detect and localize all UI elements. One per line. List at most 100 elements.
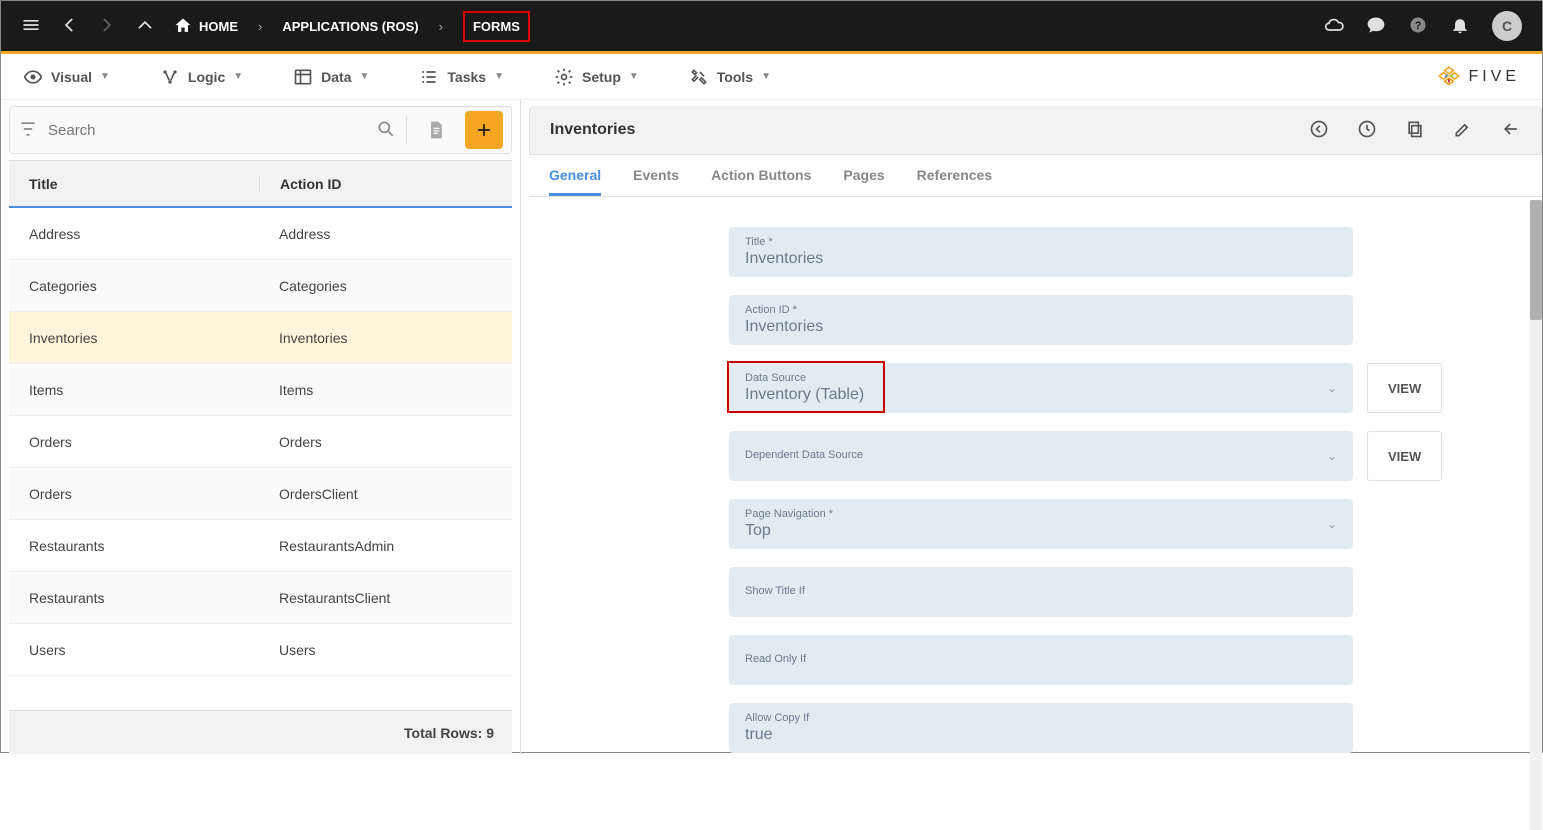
- chevron-down-icon: ⌄: [1327, 449, 1337, 463]
- table-row[interactable]: RestaurantsRestaurantsAdmin: [9, 520, 512, 572]
- cell-title: Users: [9, 642, 259, 658]
- cell-title: Orders: [9, 434, 259, 450]
- hamburger-icon[interactable]: [21, 15, 41, 38]
- tab-pages[interactable]: Pages: [843, 167, 884, 196]
- tab-general[interactable]: General: [549, 167, 601, 196]
- chevron-down-icon: ⌄: [1327, 517, 1337, 531]
- breadcrumb: HOME › APPLICATIONS (ROS) › FORMS: [173, 11, 530, 42]
- cloud-icon[interactable]: [1324, 15, 1344, 38]
- table-row[interactable]: UsersUsers: [9, 624, 512, 676]
- back-icon[interactable]: [59, 15, 79, 38]
- arrow-left-icon[interactable]: [1501, 119, 1521, 142]
- bell-icon[interactable]: [1450, 15, 1470, 38]
- cell-action-id: Address: [259, 226, 512, 242]
- list-panel: Title Action ID AddressAddressCategories…: [1, 100, 521, 754]
- table-row[interactable]: AddressAddress: [9, 208, 512, 260]
- divider: [406, 116, 407, 144]
- total-rows: Total Rows: 9: [404, 725, 494, 741]
- table-row[interactable]: OrdersOrdersClient: [9, 468, 512, 520]
- detail-header: Inventories: [529, 106, 1542, 155]
- form-area: Title * Inventories Action ID * Inventor…: [529, 197, 1542, 754]
- scrollbar[interactable]: [1530, 200, 1542, 830]
- view-button-ds[interactable]: VIEW: [1367, 363, 1442, 413]
- field-dependent-data-source[interactable]: Dependent Data Source ⌄: [729, 431, 1353, 481]
- menu-tasks[interactable]: Tasks▼: [419, 67, 504, 87]
- svg-text:?: ?: [1415, 20, 1422, 32]
- table-row[interactable]: OrdersOrders: [9, 416, 512, 468]
- back-circle-icon[interactable]: [1309, 119, 1329, 142]
- forward-icon: [97, 15, 117, 38]
- main: Title Action ID AddressAddressCategories…: [1, 100, 1542, 754]
- history-icon[interactable]: [1357, 119, 1377, 142]
- detail-panel: Inventories General Events Action Button…: [521, 100, 1542, 754]
- cell-action-id: Inventories: [259, 330, 512, 346]
- field-page-navigation[interactable]: Page Navigation * Top ⌄: [729, 499, 1353, 549]
- cell-title: Restaurants: [9, 538, 259, 554]
- avatar[interactable]: C: [1492, 11, 1522, 41]
- chevron-right-icon: ›: [439, 19, 443, 34]
- tabs: General Events Action Buttons Pages Refe…: [529, 155, 1542, 197]
- field-read-only-if[interactable]: Read Only If: [729, 635, 1353, 685]
- logo: FIVE: [1436, 64, 1520, 90]
- table-row[interactable]: CategoriesCategories: [9, 260, 512, 312]
- col-action-id[interactable]: Action ID: [259, 176, 512, 192]
- field-allow-copy-if[interactable]: Allow Copy If true: [729, 703, 1353, 753]
- topbar-left: HOME › APPLICATIONS (ROS) › FORMS: [21, 11, 530, 42]
- chevron-right-icon: ›: [258, 19, 262, 34]
- cell-action-id: RestaurantsAdmin: [259, 538, 512, 554]
- field-action-id[interactable]: Action ID * Inventories: [729, 295, 1353, 345]
- menu-tools[interactable]: Tools▼: [689, 67, 771, 87]
- cell-title: Categories: [9, 278, 259, 294]
- cell-action-id: RestaurantsClient: [259, 590, 512, 606]
- cell-action-id: Categories: [259, 278, 512, 294]
- help-icon[interactable]: ?: [1408, 15, 1428, 38]
- menu-setup[interactable]: Setup▼: [554, 67, 639, 87]
- field-data-source[interactable]: Data Source Inventory (Table) ⌄: [729, 363, 1353, 413]
- topbar: HOME › APPLICATIONS (ROS) › FORMS ? C: [1, 1, 1542, 51]
- up-icon[interactable]: [135, 15, 155, 38]
- table-footer: Total Rows: 9: [9, 710, 512, 754]
- tab-events[interactable]: Events: [633, 167, 679, 196]
- menu-logic[interactable]: Logic▼: [160, 67, 243, 87]
- cell-action-id: Items: [259, 382, 512, 398]
- search-input[interactable]: [48, 122, 366, 139]
- chevron-down-icon: ⌄: [1327, 381, 1337, 395]
- field-show-title-if[interactable]: Show Title If: [729, 567, 1353, 617]
- cell-title: Inventories: [9, 330, 259, 346]
- scrollbar-thumb[interactable]: [1530, 200, 1542, 320]
- document-button[interactable]: [417, 111, 455, 149]
- filter-icon[interactable]: [18, 119, 38, 142]
- menu-data[interactable]: Data▼: [293, 67, 369, 87]
- menu-visual[interactable]: Visual▼: [23, 67, 110, 87]
- table-row[interactable]: RestaurantsRestaurantsClient: [9, 572, 512, 624]
- add-button[interactable]: [465, 111, 503, 149]
- detail-actions: [1309, 119, 1521, 142]
- cell-title: Address: [9, 226, 259, 242]
- table-row[interactable]: ItemsItems: [9, 364, 512, 416]
- view-button-dep[interactable]: VIEW: [1367, 431, 1442, 481]
- col-title[interactable]: Title: [9, 176, 259, 192]
- cell-action-id: Orders: [259, 434, 512, 450]
- breadcrumb-home[interactable]: HOME: [173, 16, 238, 36]
- cell-action-id: OrdersClient: [259, 486, 512, 502]
- search-icon[interactable]: [376, 119, 396, 142]
- menubar: Visual▼ Logic▼ Data▼ Tasks▼ Setup▼ Tools…: [1, 54, 1542, 100]
- table-row[interactable]: InventoriesInventories: [9, 312, 512, 364]
- cell-title: Orders: [9, 486, 259, 502]
- table-body: AddressAddressCategoriesCategoriesInvent…: [9, 208, 512, 710]
- breadcrumb-apps[interactable]: APPLICATIONS (ROS): [282, 19, 418, 34]
- breadcrumb-forms[interactable]: FORMS: [463, 11, 530, 42]
- chat-icon[interactable]: [1366, 15, 1386, 38]
- field-title[interactable]: Title * Inventories: [729, 227, 1353, 277]
- table-header: Title Action ID: [9, 160, 512, 208]
- breadcrumb-home-label: HOME: [199, 19, 238, 34]
- tab-references[interactable]: References: [917, 167, 993, 196]
- copy-icon[interactable]: [1405, 119, 1425, 142]
- cell-title: Restaurants: [9, 590, 259, 606]
- detail-title: Inventories: [550, 121, 635, 139]
- tab-action-buttons[interactable]: Action Buttons: [711, 167, 811, 196]
- search-bar: [9, 106, 512, 154]
- edit-icon[interactable]: [1453, 119, 1473, 142]
- cell-action-id: Users: [259, 642, 512, 658]
- cell-title: Items: [9, 382, 259, 398]
